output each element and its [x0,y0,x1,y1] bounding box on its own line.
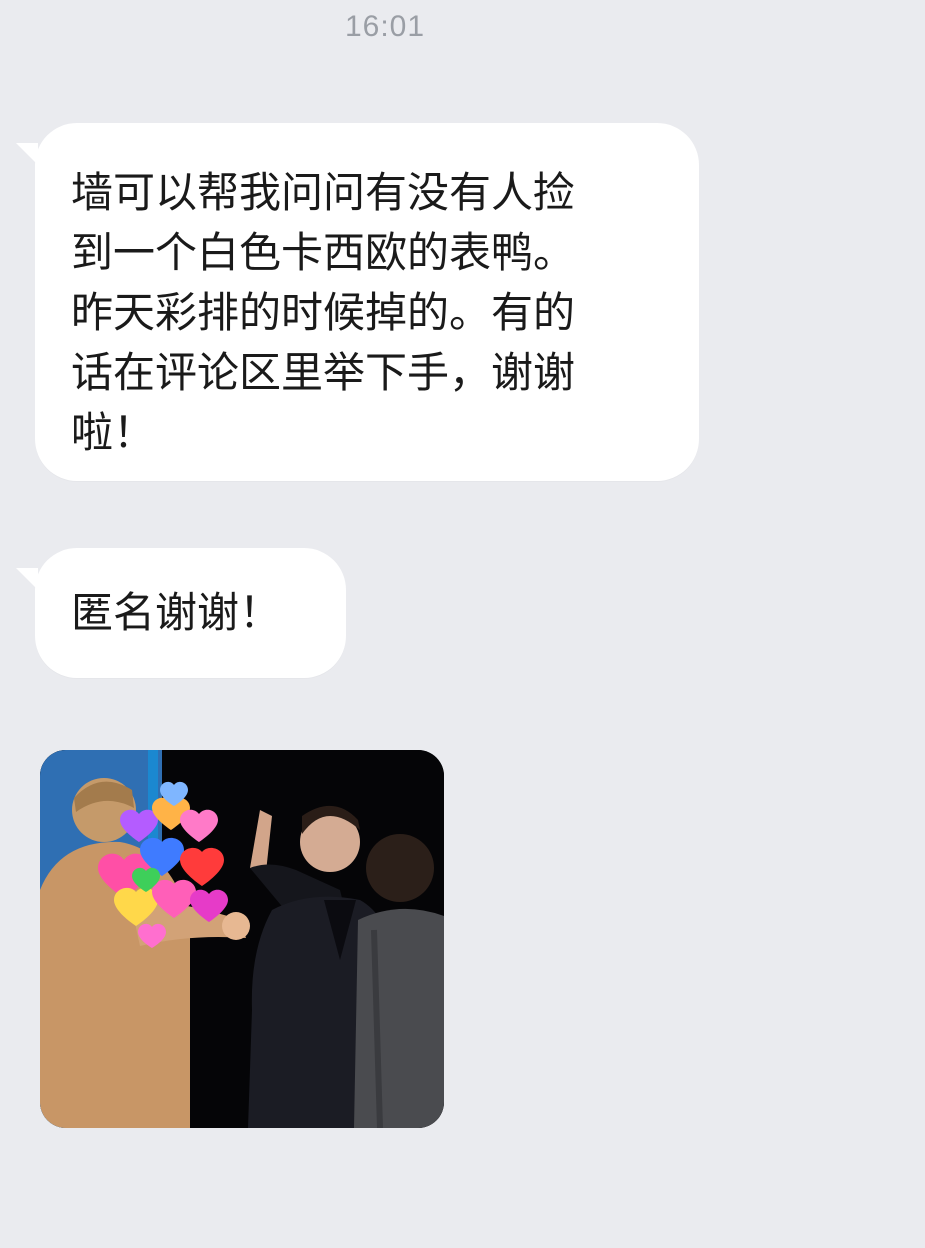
message-timestamp: 16:01 [344,10,426,43]
image-message[interactable] [40,750,444,1128]
message-bubble[interactable]: 墙可以帮我问问有没有人捡 到一个白色卡西欧的表鸭。 昨天彩排的时候掉的。有的 话… [35,123,699,481]
message-text: 匿名谢谢！ [71,588,282,637]
message-bubble[interactable]: 匿名谢谢！ [35,548,346,678]
meme-image [40,750,444,1128]
message-text: 墙可以帮我问问有没有人捡 到一个白色卡西欧的表鸭。 昨天彩排的时候掉的。有的 话… [71,168,576,457]
